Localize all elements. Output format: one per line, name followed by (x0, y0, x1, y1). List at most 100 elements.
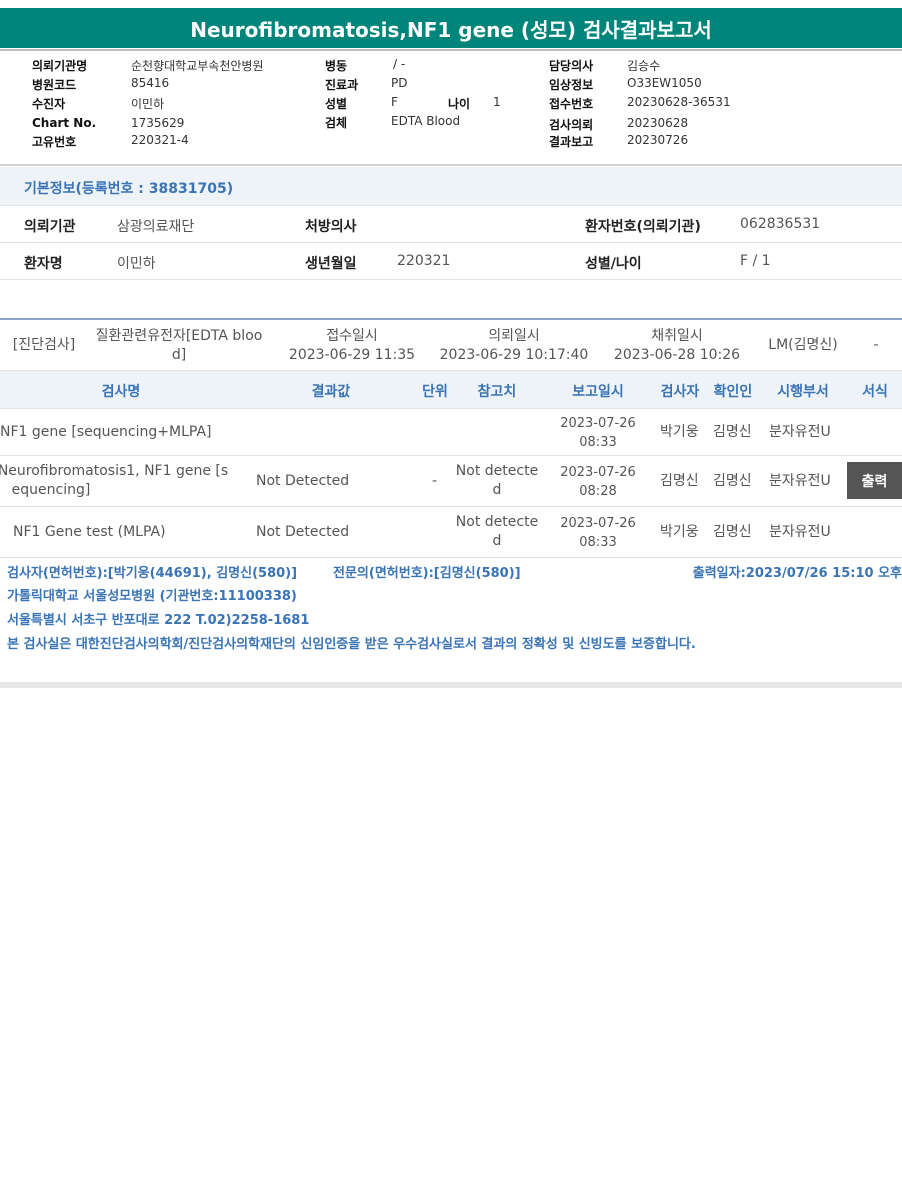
department: 분자유전U (769, 524, 831, 540)
header-value: / - (393, 57, 406, 71)
header-value: 김승수 (627, 59, 661, 73)
header-label: 결과보고 (549, 135, 594, 149)
info-label: 환자번호(의뢰기관) (585, 219, 701, 235)
header-label: 임상정보 (549, 78, 594, 92)
header-label: Chart No. (32, 116, 97, 130)
table-row: NF1 Gene test (MLPA) Not Detected Not de… (0, 507, 902, 558)
footer-address: 서울특별시 서초구 반포대로 222 T.02)2258-1681 (7, 613, 310, 628)
header-value: 1735629 (131, 116, 185, 130)
footer-certification: 본 검사실은 대한진단검사의학회/진단검사의학재단의 신임인증을 받은 우수검사… (7, 637, 696, 652)
header-value: 20230628 (627, 116, 689, 130)
header-value: 85416 (131, 76, 170, 90)
header-label: 검체 (325, 116, 348, 130)
order-lab: LM(김명신) (768, 337, 838, 353)
order-category: [진단검사] (12, 337, 76, 353)
result-value: Not Detected (256, 524, 350, 540)
age-value: 1 (493, 95, 501, 109)
header-label: 병원코드 (32, 78, 77, 92)
col-header: 검사명 (101, 384, 141, 400)
footer-testers: 검사자(면허번호):[박기웅(44691), 김명신(580)] (7, 566, 298, 581)
col-header: 결과값 (311, 384, 351, 400)
report-title-text: Neurofibromatosis,NF1 gene (성모) 검사결과보고서 (190, 17, 712, 42)
tester: 김명신 (660, 473, 699, 489)
basic-info-header: 기본정보(등록번호 : 38831705) (0, 167, 902, 206)
col-header: 단위 (422, 384, 448, 400)
col-header: 참고치 (477, 384, 517, 400)
info-value: 삼광의료재단 (117, 219, 195, 235)
header-label: 고유번호 (32, 135, 77, 149)
header-value: 순천향대학교부속천안병원 (131, 59, 264, 73)
header-value: 20230726 (627, 133, 689, 147)
basic-info-title: 기본정보(등록번호 : 38831705) (24, 181, 234, 197)
order-specimen: 질환관련유전자[EDTA bloo d] (95, 328, 263, 363)
table-row: NF1 gene [sequencing+MLPA] 2023-07-26 08:… (0, 409, 902, 456)
header-label: 검사의뢰 (549, 118, 594, 132)
reference: Not detecte d (455, 463, 539, 498)
header-divider (0, 49, 902, 51)
header-value: PD (391, 76, 408, 90)
order-row: [진단검사] 질환관련유전자[EDTA bloo d] 접수일시 2023-06-2… (0, 320, 902, 371)
print-button[interactable]: 출력 (847, 462, 902, 499)
info-label: 처방의사 (305, 219, 357, 235)
header-label: 담당의사 (549, 59, 594, 73)
test-name: Neurofibromatosis1, NF1 gene [s equencing… (0, 463, 229, 498)
header-label: 성별 (325, 97, 348, 111)
col-header: 시행부서 (777, 384, 829, 400)
age-label: 나이 (448, 97, 471, 111)
report-title: Neurofibromatosis,NF1 gene (성모) 검사결과보고서 (0, 8, 902, 48)
tester: 박기웅 (660, 424, 699, 440)
reference: Not detecte d (455, 514, 539, 549)
header-value: 20230628-36531 (627, 95, 731, 109)
results-table-header: 검사명 결과값 단위 참고치 보고일시 검사자 확인인 시행부서 서식 (0, 371, 902, 409)
bottom-bar (0, 682, 902, 688)
header-value: 이민하 (131, 97, 165, 111)
order-collected: 채취일시 2023-06-28 10:26 (613, 328, 741, 363)
header-label: 병동 (325, 59, 348, 73)
tester: 박기웅 (660, 524, 699, 540)
footer-printed-date: 출력일자:2023/07/26 15:10 오후 (692, 566, 902, 581)
report-header: 의뢰기관명 순천향대학교부속천안병원 병원코드 85416 수진자 이민하 Ch… (0, 55, 902, 155)
result-value: Not Detected (256, 473, 350, 489)
basic-info-row: 환자명 이민하 생년월일 220321 성별/나이 F / 1 (0, 243, 902, 280)
col-header: 확인인 (713, 384, 753, 400)
col-header: 검사자 (660, 384, 700, 400)
header-label: 진료과 (325, 78, 359, 92)
footer-hospital: 가톨릭대학교 서울성모병원 (기관번호:11100338) (7, 589, 297, 604)
report-datetime: 2023-07-26 08:28 (560, 465, 636, 499)
test-name: NF1 gene [sequencing+MLPA] (0, 424, 212, 440)
header-label: 의뢰기관명 (32, 59, 88, 73)
header-value: O33EW1050 (627, 76, 702, 90)
report-footer: 검사자(면허번호):[박기웅(44691), 김명신(580)] 전문의(면허번… (0, 560, 902, 660)
info-label: 의뢰기관 (24, 219, 76, 235)
col-header: 서식 (862, 384, 888, 400)
info-value: 220321 (397, 253, 451, 269)
checker: 김명신 (713, 473, 752, 489)
header-label: 접수번호 (549, 97, 594, 111)
checker: 김명신 (713, 424, 752, 440)
department: 분자유전U (769, 473, 831, 489)
test-name: NF1 Gene test (MLPA) (13, 524, 166, 540)
header-label: 수진자 (32, 97, 66, 111)
info-label: 생년월일 (305, 256, 357, 272)
info-label: 환자명 (24, 256, 63, 272)
section-divider (0, 164, 902, 166)
unit: - (432, 473, 438, 489)
col-header: 보고일시 (572, 384, 624, 400)
order-extra: - (873, 337, 879, 353)
header-value: 220321-4 (131, 133, 189, 147)
table-row: Neurofibromatosis1, NF1 gene [s equencing… (0, 456, 902, 507)
header-value: EDTA Blood (391, 114, 461, 128)
report-datetime: 2023-07-26 08:33 (560, 416, 636, 450)
department: 분자유전U (769, 424, 831, 440)
info-value: 이민하 (117, 256, 156, 272)
footer-specialist: 전문의(면허번호):[김명신(580)] (333, 566, 521, 581)
info-value: 062836531 (740, 216, 821, 232)
info-label: 성별/나이 (585, 256, 642, 272)
checker: 김명신 (713, 524, 752, 540)
order-received: 접수일시 2023-06-29 11:35 (288, 328, 416, 363)
order-requested: 의뢰일시 2023-06-29 10:17:40 (439, 328, 589, 363)
info-value: F / 1 (740, 253, 771, 269)
report-datetime: 2023-07-26 08:33 (560, 516, 636, 550)
basic-info-row: 의뢰기관 삼광의료재단 처방의사 환자번호(의뢰기관) 062836531 (0, 206, 902, 243)
header-value: F (391, 95, 398, 109)
